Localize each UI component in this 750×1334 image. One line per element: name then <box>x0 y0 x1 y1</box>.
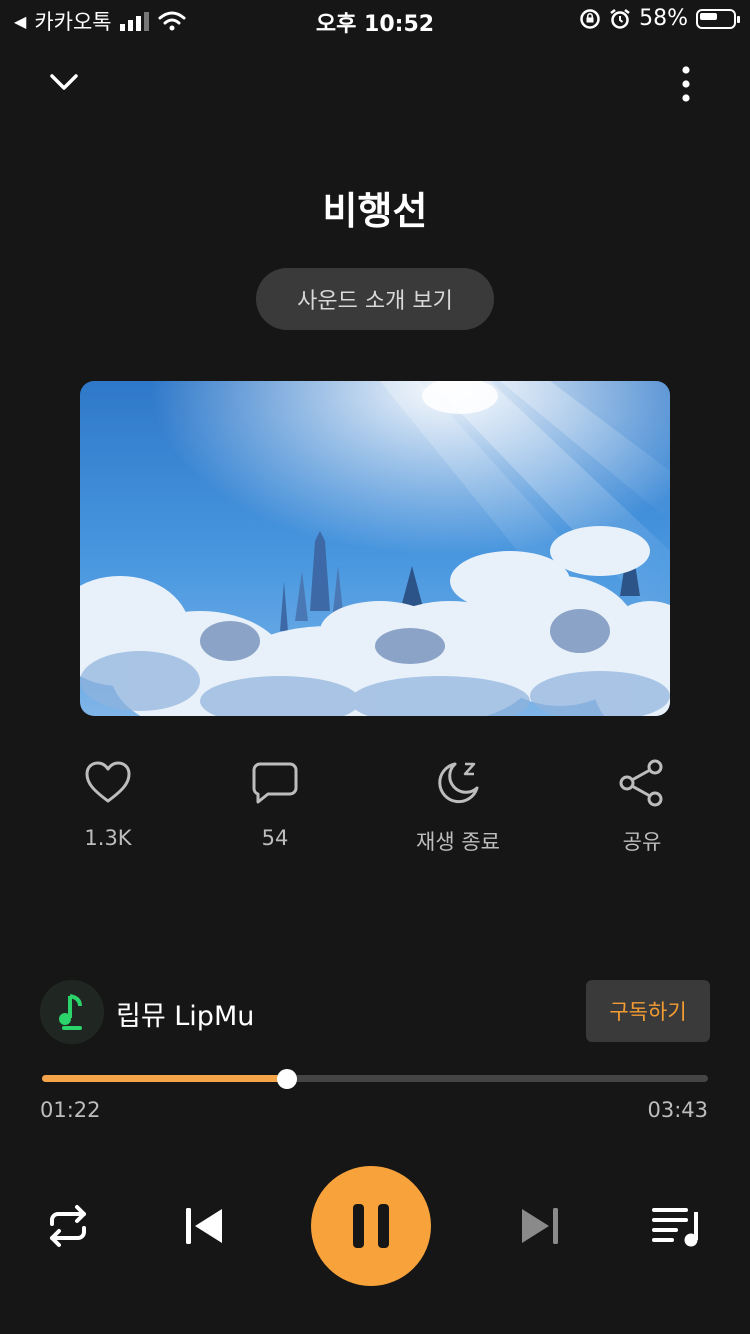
progress-fill <box>42 1075 288 1082</box>
progress-thumb[interactable] <box>277 1069 298 1089</box>
battery-percent: 58% <box>639 6 688 31</box>
more-vertical-icon <box>682 66 690 102</box>
heart-icon <box>85 761 131 803</box>
channel-avatar[interactable] <box>40 980 104 1044</box>
status-bar: ◀ 카카오톡 오후 10:52 58% <box>0 0 750 42</box>
repeat-icon <box>50 1205 86 1247</box>
subscribe-button[interactable]: 구독하기 <box>586 980 710 1042</box>
cover-art <box>80 381 670 716</box>
rotation-lock-icon <box>580 8 600 29</box>
comment-icon <box>252 762 298 804</box>
track-title: 비행선 <box>322 189 428 233</box>
status-right: 58% <box>579 6 740 31</box>
sound-intro-button[interactable]: 사운드 소개 보기 <box>256 268 494 330</box>
action-row: 1.3K 54 재생 종료 공유 <box>0 758 750 868</box>
pause-button[interactable] <box>311 1166 431 1286</box>
share-icon <box>619 759 663 807</box>
chevron-down-icon <box>50 74 78 90</box>
current-time: 01:22 <box>40 1098 101 1122</box>
skip-next-icon <box>522 1208 558 1244</box>
previous-button[interactable] <box>182 1204 226 1251</box>
skip-previous-icon <box>186 1208 222 1244</box>
battery-icon <box>696 8 740 29</box>
total-time: 03:43 <box>647 1098 708 1122</box>
playlist-button[interactable] <box>650 1202 704 1253</box>
collapse-button[interactable] <box>46 66 82 103</box>
sleep-timer-label: 재생 종료 <box>416 830 500 854</box>
alarm-icon <box>610 8 630 29</box>
cover-image <box>80 381 670 716</box>
battery-level <box>700 12 717 20</box>
share-button[interactable]: 공유 <box>572 758 712 856</box>
pause-icon <box>353 1204 389 1248</box>
comment-count: 54 <box>261 826 289 850</box>
repeat-button[interactable] <box>44 1202 92 1253</box>
music-note-logo-icon <box>40 980 104 1044</box>
more-menu-button[interactable] <box>670 66 702 105</box>
playlist-music-icon <box>652 1208 698 1247</box>
comment-button[interactable]: 54 <box>205 758 345 850</box>
progress-bar[interactable] <box>42 1069 708 1089</box>
channel-name[interactable]: 립뮤 LipMu <box>116 994 254 1033</box>
like-count: 1.3K <box>84 826 132 850</box>
moon-icon <box>438 762 479 804</box>
sleep-timer-button[interactable]: 재생 종료 <box>388 758 528 856</box>
share-label: 공유 <box>622 830 662 854</box>
next-button[interactable] <box>518 1204 562 1251</box>
like-button[interactable]: 1.3K <box>38 758 178 850</box>
